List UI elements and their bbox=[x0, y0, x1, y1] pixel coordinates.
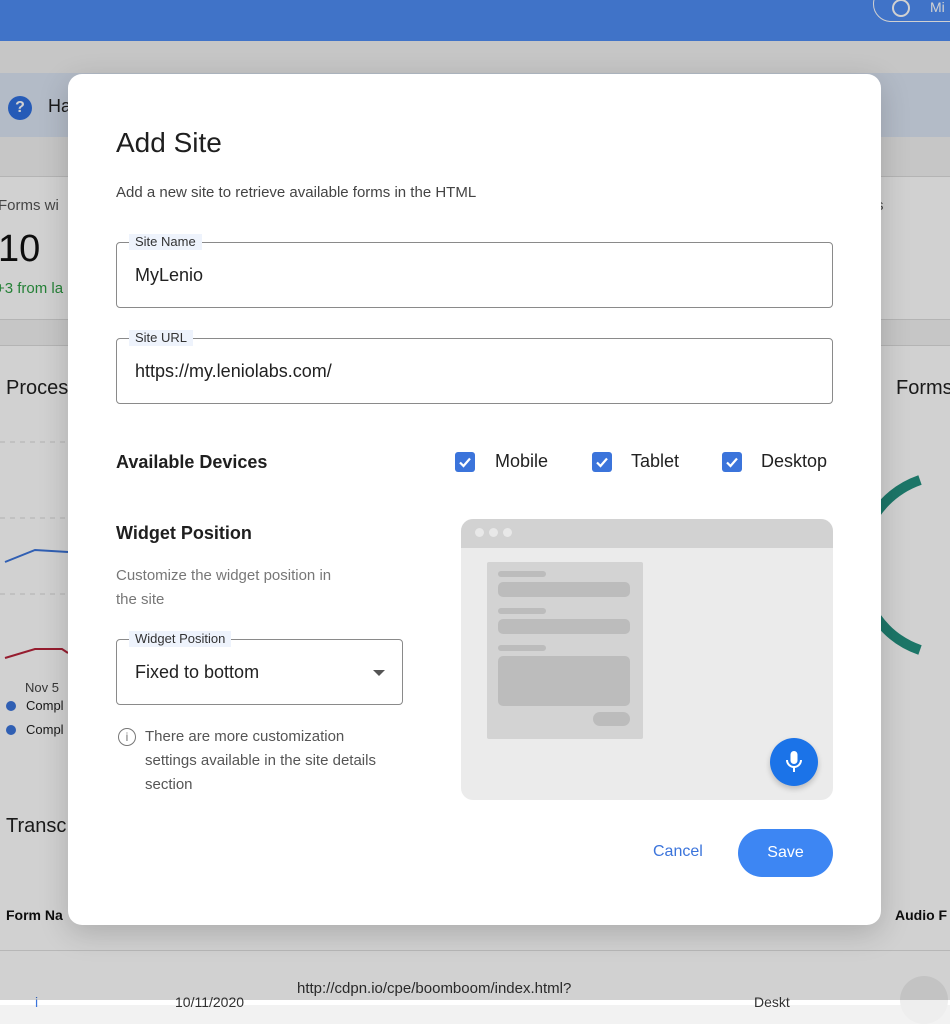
preview-mic-button bbox=[770, 738, 818, 786]
preview-window-dot bbox=[489, 528, 498, 537]
desktop-checkbox-label[interactable]: Desktop bbox=[761, 451, 827, 472]
customization-info-text: There are more customization settings av… bbox=[145, 728, 376, 793]
site-url-field[interactable]: Site URL https://my.leniolabs.com/ bbox=[116, 330, 833, 404]
check-icon bbox=[726, 457, 738, 468]
available-devices-label: Available Devices bbox=[116, 452, 268, 472]
widget-position-selected-value: Fixed to bottom bbox=[135, 662, 260, 682]
microphone-icon bbox=[786, 751, 802, 772]
add-site-dialog: Add Site Add a new site to retrieve avai… bbox=[68, 74, 881, 925]
preview-browser-bar bbox=[461, 519, 833, 548]
caret-down-icon bbox=[373, 670, 385, 676]
preview-line bbox=[498, 582, 630, 597]
preview-line bbox=[498, 619, 630, 634]
preview-button bbox=[593, 712, 630, 726]
preview-block bbox=[498, 656, 630, 706]
site-url-input[interactable]: https://my.leniolabs.com/ bbox=[135, 361, 332, 382]
widget-position-select[interactable]: Widget Position Fixed to bottom bbox=[116, 631, 403, 705]
preview-line bbox=[498, 608, 546, 614]
preview-form-panel bbox=[487, 562, 643, 739]
info-icon: i bbox=[118, 728, 136, 746]
site-name-input[interactable]: MyLenio bbox=[135, 265, 203, 286]
tablet-checkbox[interactable] bbox=[592, 452, 612, 472]
mobile-checkbox[interactable] bbox=[455, 452, 475, 472]
preview-line bbox=[498, 645, 546, 651]
check-icon bbox=[596, 457, 608, 468]
widget-preview bbox=[461, 519, 833, 800]
cancel-button[interactable]: Cancel bbox=[653, 843, 703, 861]
mobile-checkbox-label[interactable]: Mobile bbox=[495, 451, 548, 472]
site-name-label: Site Name bbox=[129, 234, 202, 250]
site-url-label: Site URL bbox=[129, 330, 194, 346]
site-name-field[interactable]: Site Name MyLenio bbox=[116, 234, 833, 308]
preview-line bbox=[498, 571, 546, 577]
desktop-checkbox[interactable] bbox=[722, 452, 742, 472]
dialog-subtitle: Add a new site to retrieve available for… bbox=[116, 184, 477, 201]
widget-position-select-label: Widget Position bbox=[129, 631, 232, 647]
widget-position-heading: Widget Position bbox=[116, 523, 252, 543]
widget-position-description: Customize the widget position in the sit… bbox=[116, 567, 332, 608]
dialog-title: Add Site bbox=[116, 127, 222, 158]
save-button[interactable]: Save bbox=[738, 829, 833, 877]
preview-window-dot bbox=[503, 528, 512, 537]
check-icon bbox=[459, 457, 471, 468]
preview-window-dot bbox=[475, 528, 484, 537]
tablet-checkbox-label[interactable]: Tablet bbox=[631, 451, 679, 472]
